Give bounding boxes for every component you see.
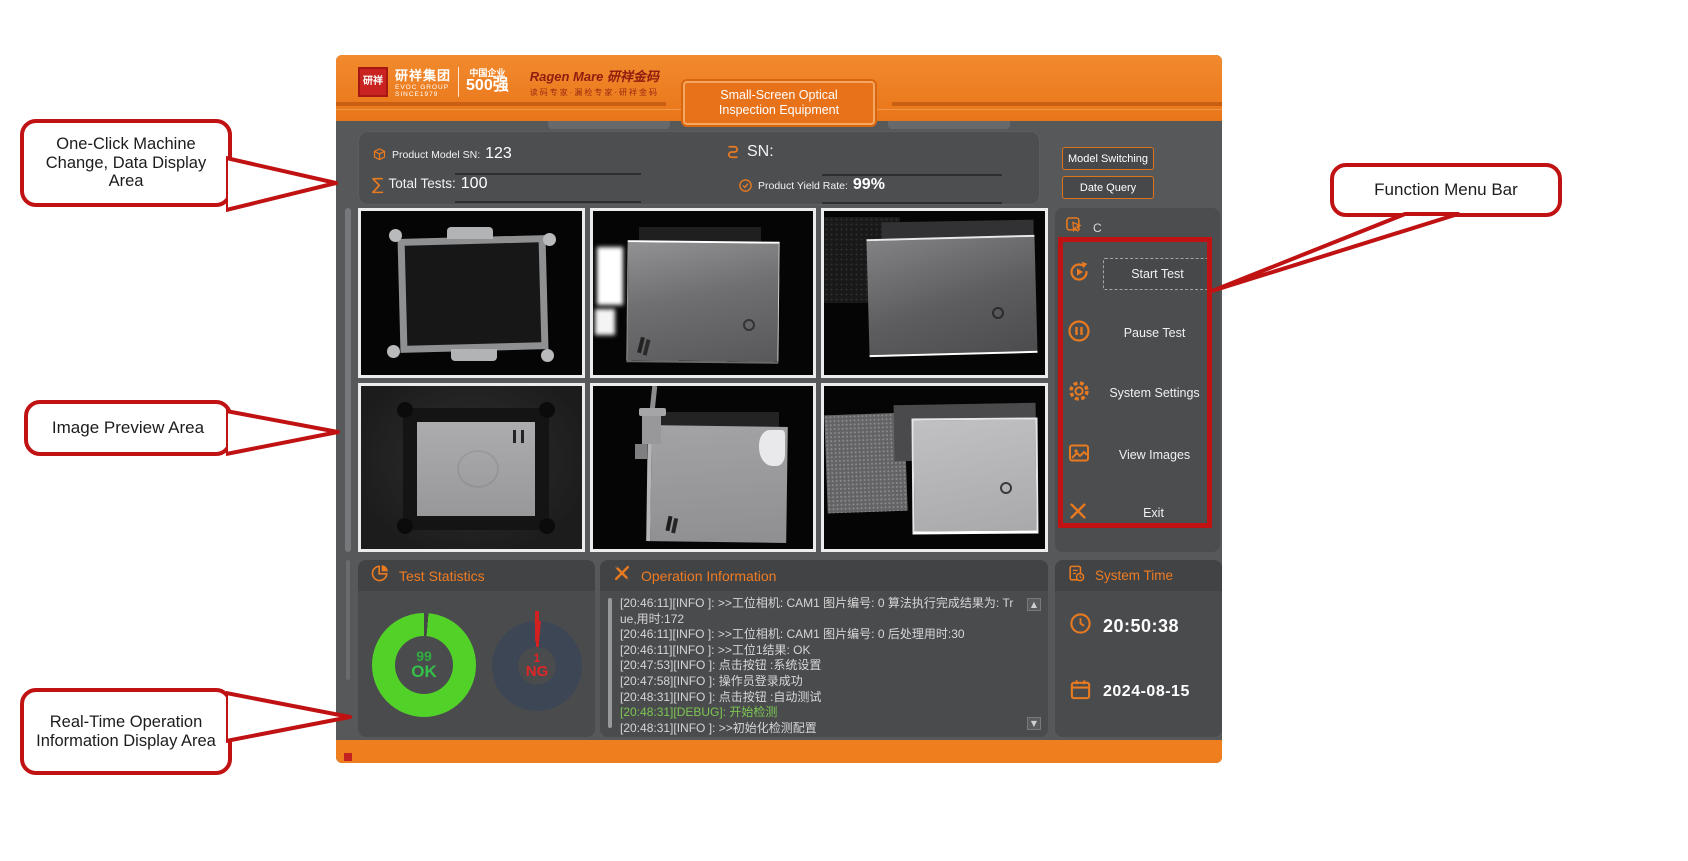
brand-group-cn: 研祥集团 — [395, 65, 451, 84]
test-statistics-header: Test Statistics — [358, 560, 595, 591]
yield-icon — [738, 178, 753, 193]
callout-realtime-info-area: Real-Time Operation Information Display … — [20, 688, 232, 775]
preview-image-4 — [358, 383, 585, 553]
callout-tail — [226, 685, 356, 749]
log-lines: [20:46:11][INFO ]: >>工位相机: CAM1 图片编号: 0 … — [620, 596, 1016, 736]
header-decor-line — [336, 102, 666, 106]
app-title-line1: Small-Screen Optical — [691, 88, 867, 103]
app-footer — [336, 740, 1222, 763]
ng-label: NG — [526, 664, 549, 680]
log-line: [20:48:31][INFO ]: 点击按钮 :自动测试 — [620, 690, 1016, 706]
header-tab-decor — [548, 121, 670, 129]
crossed-tools-icon — [612, 563, 632, 588]
app-title-line2: Inspection Equipment — [691, 103, 867, 118]
test-statistics-title: Test Statistics — [399, 568, 485, 584]
callout-tail — [226, 152, 342, 218]
log-line: [20:48:31][INFO ]: >>初始化检测配置 — [620, 721, 1016, 737]
clock-icon — [1069, 612, 1092, 640]
operation-information-header: Operation Information — [600, 560, 1048, 591]
logo-divider — [458, 67, 459, 97]
data-display-panel: Product Model SN: 123 SN: ∑ Total Tests:… — [358, 131, 1040, 205]
log-line: [20:47:53][INFO ]: 点击按钮 :系统设置 — [620, 658, 1016, 674]
brand-tagline: 读码专家·漏检专家·研祥金码 — [530, 87, 659, 98]
header-decor-line — [892, 102, 1222, 106]
footer-logo-square — [344, 753, 352, 761]
annotated-screenshot: 研祥 研祥集团 EVOC GROUP SINCE1979 中国企业 500强 R… — [0, 0, 1688, 861]
preview-image-1 — [358, 208, 585, 378]
field-sn: SN: — [724, 143, 779, 161]
callout-data-display-area: One-Click Machine Change, Data Display A… — [20, 119, 232, 207]
preview-image-2 — [590, 208, 817, 378]
system-date-row: 2024-08-15 — [1069, 678, 1190, 706]
date-query-button[interactable]: Date Query — [1062, 176, 1154, 199]
preview-image-5 — [590, 383, 817, 553]
left-rail-decor — [346, 560, 350, 680]
image-preview-grid — [358, 208, 1048, 552]
header-tab-decor — [888, 121, 1010, 129]
brand-logo: 研祥 研祥集团 EVOC GROUP SINCE1979 中国企业 500强 R… — [358, 65, 659, 98]
callout-tail — [1200, 211, 1470, 301]
system-time-title: System Time — [1095, 568, 1173, 583]
ok-label: OK — [411, 663, 437, 681]
system-time-header: System Time — [1055, 560, 1222, 591]
brand-rank-bottom: 500强 — [466, 78, 509, 94]
total-tests-value: 100 — [461, 175, 488, 193]
system-time-value: 20:50:38 — [1103, 616, 1179, 637]
field-underline — [455, 201, 641, 203]
model-switching-button[interactable]: Model Switching — [1062, 147, 1154, 170]
callout-image-preview-area: Image Preview Area — [24, 400, 232, 456]
log-line: [20:46:11][INFO ]: >>工位1结果: OK — [620, 643, 1016, 659]
product-box-icon — [372, 147, 387, 162]
ng-donut-chart: 1 NG — [492, 621, 582, 711]
pie-chart-icon — [370, 563, 390, 588]
sn-link-icon — [724, 143, 742, 161]
left-rail-decor — [345, 208, 351, 552]
preview-image-6 — [821, 383, 1048, 553]
test-statistics-panel: Test Statistics 99 OK 1 NG — [358, 560, 595, 737]
operation-information-panel: Operation Information [20:46:11][INFO ]:… — [600, 560, 1048, 737]
field-yield-rate: Product Yield Rate: 99% — [738, 176, 885, 194]
field-underline — [822, 202, 1002, 204]
brand-logo-mark: 研祥 — [358, 67, 388, 97]
preview-image-3 — [821, 208, 1048, 378]
doc-clock-icon — [1067, 564, 1086, 588]
log-scroll-up-button[interactable]: ▲ — [1027, 598, 1041, 611]
app-header: 研祥 研祥集团 EVOC GROUP SINCE1979 中国企业 500强 R… — [336, 55, 1222, 121]
function-menu-annotation-rectangle — [1058, 237, 1212, 528]
product-model-sn-value: 123 — [485, 145, 512, 163]
ng-marker — [535, 611, 539, 641]
field-total-tests: ∑ Total Tests: 100 — [372, 175, 487, 195]
log-line: [20:46:11][INFO ]: >>工位相机: CAM1 图片编号: 0 … — [620, 627, 1016, 643]
function-menu-header-label: C — [1093, 221, 1102, 235]
callout-tail — [226, 404, 344, 462]
field-product-model-sn: Product Model SN: 123 — [372, 145, 512, 163]
system-date-value: 2024-08-15 — [1103, 683, 1190, 701]
log-line: [20:47:58][INFO ]: 操作员登录成功 — [620, 674, 1016, 690]
log-accent-bar — [608, 598, 612, 728]
log-line-debug: [20:48:31][DEBUG]: 开始检测 — [620, 705, 1016, 721]
operation-information-title: Operation Information — [641, 568, 776, 584]
calendar-icon — [1069, 678, 1092, 706]
log-scroll-down-button[interactable]: ▼ — [1027, 717, 1041, 730]
system-time-row: 20:50:38 — [1069, 612, 1179, 640]
ok-count: 99 — [416, 649, 432, 664]
ok-donut-chart: 99 OK — [372, 613, 476, 717]
app-title: Small-Screen Optical Inspection Equipmen… — [683, 81, 875, 125]
system-time-panel: System Time 20:50:38 2024-08-15 — [1055, 560, 1222, 737]
brand-script: Ragen Mare 研祥金码 — [530, 66, 659, 85]
log-line: [20:46:11][INFO ]: >>工位相机: CAM1 图片编号: 0 … — [620, 596, 1016, 627]
callout-function-menu-bar: Function Menu Bar — [1330, 163, 1562, 217]
yield-rate-value: 99% — [853, 176, 885, 194]
brand-group-en: EVOC GROUP — [395, 84, 451, 91]
brand-since: SINCE1979 — [395, 91, 451, 98]
sigma-icon: ∑ — [372, 175, 383, 195]
